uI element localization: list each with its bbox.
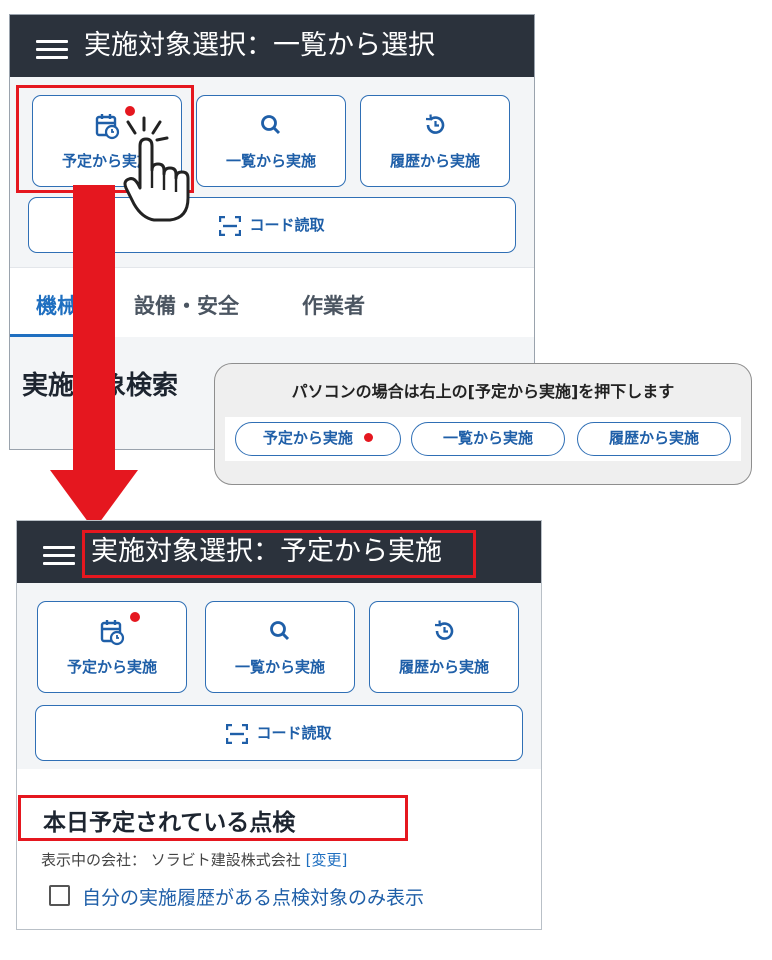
company-name: ソラビト建設株式会社 xyxy=(150,851,301,869)
pc-note-text: パソコンの場合は右上の[予定から実施]を押下します xyxy=(291,382,675,401)
notification-dot xyxy=(130,612,140,622)
checkbox-label: 自分の実施履歴がある点検対象のみ表示 xyxy=(82,887,425,909)
pc-history-execute-button[interactable]: 履歴から実施 xyxy=(577,422,731,456)
pc-list-execute-button[interactable]: 一覧から実施 xyxy=(411,422,565,456)
pc-button-row: 予定から実施 一覧から実施 履歴から実施 xyxy=(225,417,741,461)
list-execute-label: 一覧から実施 xyxy=(234,658,325,676)
list-execute-button[interactable]: 一覧から実施 xyxy=(196,95,346,187)
qr-scan-icon xyxy=(226,723,249,744)
change-company-link[interactable]: [変更] xyxy=(306,851,348,869)
pc-plan-execute-label: 予定から実施 xyxy=(262,429,353,447)
code-read-button[interactable]: コード読取 xyxy=(35,705,523,761)
tab-equipment-safety[interactable]: 設備・安全 xyxy=(134,290,239,320)
history-execute-label: 履歴から実施 xyxy=(398,658,489,676)
checkbox[interactable] xyxy=(49,885,70,906)
highlight-page-title xyxy=(82,530,476,578)
qr-scan-icon xyxy=(219,215,242,236)
company-label: 表示中の会社： xyxy=(41,851,147,869)
history-execute-button[interactable]: 履歴から実施 xyxy=(360,95,510,187)
tab-worker[interactable]: 作業者 xyxy=(302,290,365,320)
menu-icon[interactable] xyxy=(36,40,68,59)
own-history-filter[interactable]: 自分の実施履歴がある点検対象のみ表示 xyxy=(49,883,424,910)
app-header: 実施対象選択：一覧から選択 xyxy=(10,15,534,77)
search-icon xyxy=(206,618,354,646)
company-line: 表示中の会社： ソラビト建設株式会社 [変更] xyxy=(41,849,347,870)
code-read-label: コード読取 xyxy=(249,216,325,234)
calendar-icon xyxy=(38,618,186,646)
today-section: 本日予定されている点検 表示中の会社： ソラビト建設株式会社 [変更] 自分の実… xyxy=(17,769,541,929)
menu-icon[interactable] xyxy=(43,546,75,565)
tap-hand-icon xyxy=(123,116,190,222)
search-icon xyxy=(197,112,345,140)
plan-execute-button[interactable]: 予定から実施 xyxy=(37,601,187,693)
action-button-area: 予定から実施 一覧から実施 履歴から実施 コード読取 xyxy=(17,583,541,769)
plan-execute-label: 予定から実施 xyxy=(66,658,157,676)
history-icon xyxy=(370,618,518,646)
history-execute-button[interactable]: 履歴から実施 xyxy=(369,601,519,693)
pc-note-callout: パソコンの場合は右上の[予定から実施]を押下します 予定から実施 一覧から実施 … xyxy=(214,363,752,485)
pc-plan-execute-button[interactable]: 予定から実施 xyxy=(235,422,401,456)
list-execute-label: 一覧から実施 xyxy=(225,152,316,170)
history-execute-label: 履歴から実施 xyxy=(389,152,480,170)
code-read-label: コード読取 xyxy=(256,724,332,742)
list-execute-button[interactable]: 一覧から実施 xyxy=(205,601,355,693)
page-title: 実施対象選択：一覧から選択 xyxy=(84,30,435,61)
notification-dot xyxy=(364,433,374,442)
flow-arrow xyxy=(50,185,138,530)
history-icon xyxy=(361,112,509,140)
highlight-section-title xyxy=(18,795,408,841)
bottom-screen: 実施対象選択：予定から実施 予定から実施 一覧から実施 履歴から実施 コード読取… xyxy=(16,520,542,930)
